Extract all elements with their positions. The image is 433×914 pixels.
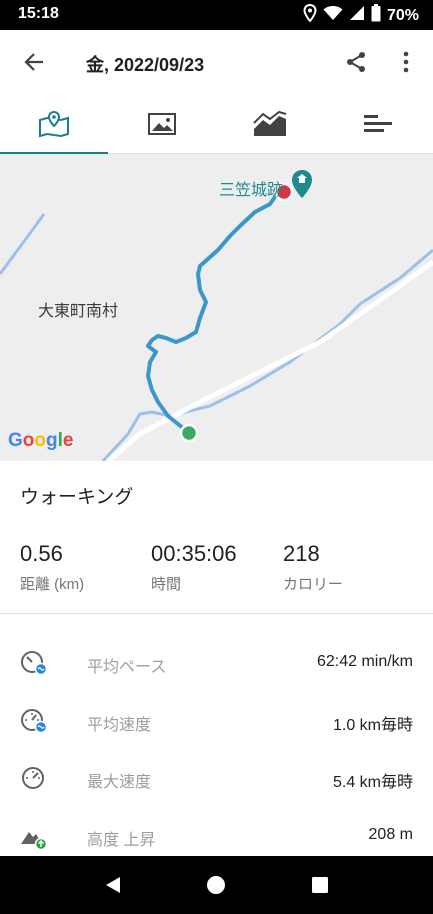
stat-label: カロリー (283, 576, 344, 593)
stat-distance: 0.56 距離 (km) (20, 541, 84, 594)
metric-row-avg-speed: 平均速度 1.0 km毎時 (0, 699, 433, 743)
chart-icon (253, 111, 287, 136)
back-arrow-icon (24, 53, 43, 71)
stat-duration: 00:35:06 時間 (151, 541, 237, 594)
system-nav-bar (0, 856, 433, 914)
elevation-gain-icon (21, 832, 48, 850)
metric-row-max-speed: 最大速度 5.4 km毎時 (0, 756, 433, 800)
photo-icon (148, 113, 176, 135)
nav-home-button[interactable] (203, 872, 229, 898)
nav-back-icon (106, 877, 120, 893)
metric-row-avg-pace: 平均ペース 62:42 min/km (0, 641, 433, 685)
speedometer-icon (21, 709, 48, 734)
metric-label: 平均ペース (87, 659, 167, 676)
stat-value: 0.56 (20, 541, 63, 566)
tab-photos[interactable] (108, 94, 216, 154)
stat-label: 時間 (151, 576, 182, 593)
map-icon (39, 110, 69, 138)
stat-value: 218 (283, 541, 320, 566)
nav-recents-button[interactable] (307, 872, 333, 898)
more-options-button[interactable] (392, 46, 420, 78)
divider (0, 613, 433, 614)
battery-percent: 70% (386, 6, 419, 24)
cellular-signal-icon (349, 5, 365, 26)
map-poi-label[interactable]: 三笠城跡 (219, 176, 283, 200)
tab-bar (0, 94, 433, 155)
status-time: 15:18 (18, 5, 59, 22)
google-logo: Google (8, 430, 74, 451)
metric-value: 62:42 min/km (316, 653, 413, 670)
share-button[interactable] (336, 46, 376, 78)
metric-value: 208 m (368, 826, 413, 843)
poi-marker[interactable] (292, 170, 312, 198)
metric-value: 5.4 km毎時 (332, 774, 413, 791)
tab-splits[interactable] (324, 94, 432, 154)
speedometer-icon (22, 767, 44, 789)
more-vert-icon (403, 51, 409, 73)
start-marker[interactable] (179, 423, 199, 443)
metric-label: 高度 上昇 (87, 832, 156, 849)
metric-label: 平均速度 (87, 717, 152, 734)
back-button[interactable] (14, 46, 54, 78)
nav-back-button[interactable] (100, 872, 126, 898)
app-bar: 金, 2022/09/23 (0, 30, 433, 94)
battery-icon (371, 4, 381, 27)
route-map[interactable]: 大東町南村 三笠城跡 Google (0, 154, 433, 461)
tab-chart[interactable] (216, 94, 324, 154)
activity-type: ウォーキング (20, 487, 134, 508)
page-title: 金, 2022/09/23 (86, 55, 205, 75)
metric-row-elevation-gain: 高度 上昇 208 m (0, 814, 433, 858)
wifi-icon (323, 5, 343, 26)
metric-value: 1.0 km毎時 (332, 717, 413, 734)
nav-recents-icon (312, 877, 328, 893)
status-bar: 15:18 70% (0, 0, 433, 30)
location-icon (303, 3, 317, 27)
splits-icon (364, 115, 392, 132)
map-place-label: 大東町南村 (38, 303, 119, 320)
nav-home-icon (207, 876, 225, 894)
metric-label: 最大速度 (87, 774, 152, 791)
share-icon (347, 52, 365, 72)
pace-icon (21, 651, 48, 676)
tab-map[interactable] (0, 94, 108, 155)
stat-label: 距離 (km) (20, 576, 85, 593)
stat-calories: 218 カロリー (283, 541, 343, 594)
status-icons: 70% (303, 3, 419, 27)
stat-value: 00:35:06 (151, 541, 237, 566)
